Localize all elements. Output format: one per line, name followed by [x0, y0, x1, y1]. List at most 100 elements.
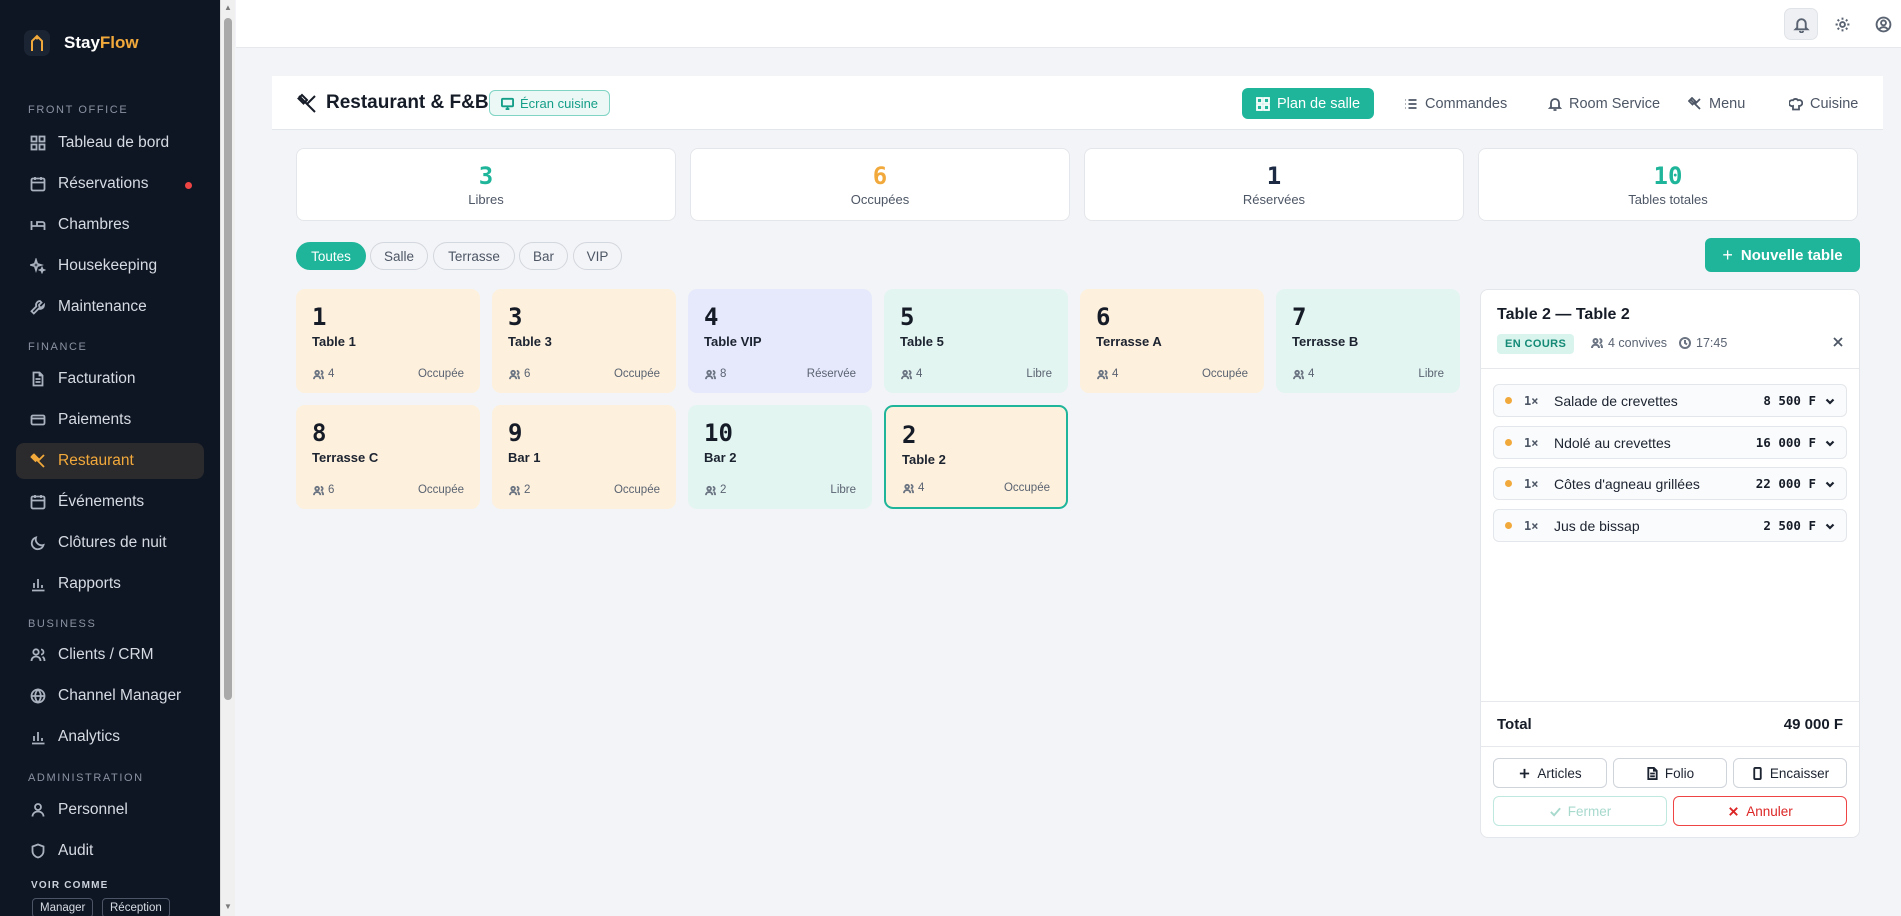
sidebar-item-label: Restaurant [58, 452, 134, 469]
table-status: Occupée [613, 484, 660, 496]
filter-salle[interactable]: Salle [370, 242, 428, 270]
clock-icon [1679, 337, 1691, 349]
table-card[interactable]: 1 Table 1 4 Occupée [296, 289, 480, 393]
table-number: 2 [902, 421, 917, 449]
table-card[interactable]: 10 Bar 2 2 Libre [688, 405, 872, 509]
sidebar-item-analytics[interactable]: Analytics [16, 719, 204, 755]
filter-bar[interactable]: Bar [519, 242, 568, 270]
table-card[interactable]: 5 Table 5 4 Libre [884, 289, 1068, 393]
folio-button[interactable]: Folio [1613, 758, 1727, 788]
order-item[interactable]: 1× Jus de bissap 2 500 F [1493, 509, 1847, 542]
utensils-icon [297, 93, 316, 113]
sidebar-item-rapports[interactable]: Rapports [16, 566, 204, 602]
scroll-thumb[interactable] [224, 18, 232, 700]
sidebar-item-channel-manager[interactable]: Channel Manager [16, 678, 204, 714]
button-label: Annuler [1746, 803, 1793, 819]
notification-dot [185, 182, 192, 189]
sidebar-item-label: Chambres [58, 216, 130, 233]
table-card[interactable]: 9 Bar 1 2 Occupée [492, 405, 676, 509]
users-icon [30, 648, 46, 662]
sidebar-item-restaurant[interactable]: Restaurant [16, 443, 204, 479]
sidebar-item-label: Housekeeping [58, 257, 158, 274]
table-card[interactable]: 8 Terrasse C 6 Occupée [296, 405, 480, 509]
stat-label: Libres [468, 192, 504, 207]
sidebar-item-clotures-de-nuit[interactable]: Clôtures de nuit [16, 525, 204, 561]
filter-vip[interactable]: VIP [573, 242, 622, 270]
stat-label: Tables totales [1628, 192, 1708, 207]
encaisser-button[interactable]: Encaisser [1733, 758, 1847, 788]
tab-plan-de-salle[interactable]: Plan de salle [1242, 88, 1375, 119]
button-label: Folio [1664, 765, 1695, 781]
filter-terrasse[interactable]: Terrasse [433, 242, 515, 270]
new-table-button[interactable]: + Nouvelle table [1705, 238, 1860, 272]
add-articles-button[interactable]: Articles [1493, 758, 1607, 788]
sidebar-item-personnel[interactable]: Personnel [16, 792, 204, 828]
table-name: Table 5 [900, 334, 944, 349]
sidebar-item-reservations[interactable]: Réservations [16, 166, 204, 202]
table-seats: 4 [916, 368, 923, 380]
status-dot [1505, 480, 1512, 487]
table-card-selected[interactable]: 2 Table 2 4 Occupée [884, 405, 1068, 509]
brand[interactable]: StayFlow [24, 30, 139, 56]
table-number: 7 [1292, 303, 1307, 331]
sidebar-item-housekeeping[interactable]: Housekeeping [16, 248, 204, 284]
sidebar-item-evenements[interactable]: Événements [16, 484, 204, 520]
item-price: 8 500 F [1763, 393, 1816, 408]
role-reception-button[interactable]: Réception [102, 898, 170, 916]
filter-toutes[interactable]: Toutes [296, 242, 366, 270]
tab-cuisine[interactable]: Cuisine [1775, 88, 1872, 119]
panel-title: Table 2 — Table 2 [1497, 306, 1630, 323]
chevron-down-icon[interactable] [1824, 437, 1836, 449]
scroll-down-arrow[interactable]: ▼ [224, 902, 232, 911]
tab-room-service[interactable]: Room Service [1534, 88, 1674, 119]
table-status: Occupée [417, 484, 464, 496]
chevron-down-icon[interactable] [1824, 395, 1836, 407]
table-card[interactable]: 4 Table VIP 8 Réservée [688, 289, 872, 393]
sidebar-item-chambres[interactable]: Chambres [16, 207, 204, 243]
kitchen-screen-button[interactable]: Écran cuisine [489, 90, 611, 116]
users-icon [1591, 338, 1603, 349]
sidebar-item-paiements[interactable]: Paiements [16, 402, 204, 438]
status-dot [1505, 439, 1512, 446]
scroll-up-arrow[interactable]: ▲ [224, 3, 232, 12]
tab-commandes[interactable]: Commandes [1390, 88, 1521, 119]
item-name: Côtes d'agneau grillées [1554, 475, 1700, 492]
check-icon [1549, 807, 1561, 817]
order-item[interactable]: 1× Côtes d'agneau grillées 22 000 F [1493, 467, 1847, 500]
table-card[interactable]: 3 Table 3 6 Occupée [492, 289, 676, 393]
credit-card-icon [30, 414, 46, 426]
role-manager-button[interactable]: Manager [32, 898, 94, 916]
table-seats: 2 [524, 484, 531, 496]
fermer-button[interactable]: Fermer [1493, 796, 1667, 826]
sidebar-item-tableau-de-bord[interactable]: Tableau de bord [16, 125, 204, 161]
table-seats: 8 [720, 368, 727, 380]
notifications-button[interactable] [1784, 8, 1818, 40]
status-dot [1505, 397, 1512, 404]
stat-card-reservees: 1 Réservées [1084, 148, 1464, 221]
tab-menu[interactable]: Menu [1674, 88, 1759, 119]
table-seats: 2 [720, 484, 727, 496]
order-item[interactable]: 1× Ndolé au crevettes 16 000 F [1493, 426, 1847, 459]
table-card[interactable]: 6 Terrasse A 4 Occupée [1080, 289, 1264, 393]
utensils-icon [30, 453, 45, 468]
close-icon[interactable] [1831, 335, 1845, 349]
sidebar-scrollbar[interactable]: ▲ ▼ [220, 0, 235, 916]
table-seats: 4 [1308, 368, 1315, 380]
sidebar-item-label: Paiements [58, 411, 132, 428]
sidebar-item-facturation[interactable]: Facturation [16, 361, 204, 397]
sidebar-item-maintenance[interactable]: Maintenance [16, 289, 204, 325]
monitor-icon [501, 97, 514, 110]
table-name: Terrasse C [312, 450, 379, 465]
item-qty: 1× [1524, 393, 1539, 408]
chevron-down-icon[interactable] [1824, 520, 1836, 532]
profile-button[interactable] [1866, 8, 1900, 40]
chevron-down-icon[interactable] [1824, 478, 1836, 490]
users-icon [313, 485, 324, 495]
settings-button[interactable] [1825, 8, 1859, 40]
table-card[interactable]: 7 Terrasse B 4 Libre [1276, 289, 1460, 393]
sidebar-item-clients-crm[interactable]: Clients / CRM [16, 637, 204, 673]
annuler-button[interactable]: Annuler [1673, 796, 1847, 826]
sidebar-item-audit[interactable]: Audit [16, 833, 204, 869]
sidebar-item-label: Événements [58, 493, 145, 510]
order-item[interactable]: 1× Salade de crevettes 8 500 F [1493, 384, 1847, 417]
